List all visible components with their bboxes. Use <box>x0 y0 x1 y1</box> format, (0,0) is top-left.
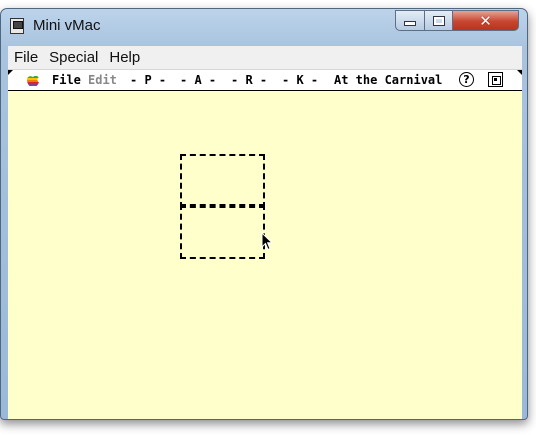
help-icon[interactable]: ? <box>459 72 474 87</box>
mac-menu-p[interactable]: - P - <box>130 73 166 87</box>
minimize-icon <box>404 21 416 26</box>
close-icon: ✕ <box>479 11 492 30</box>
menu-special[interactable]: Special <box>43 49 103 66</box>
menu-help[interactable]: Help <box>103 49 145 66</box>
mac-menu-a[interactable]: - A - <box>180 73 216 87</box>
screen-corner <box>8 70 13 75</box>
minimize-button[interactable] <box>395 10 425 31</box>
maximize-icon <box>432 15 445 26</box>
close-button[interactable]: ✕ <box>453 10 519 31</box>
mac-menu-r[interactable]: - R - <box>231 73 267 87</box>
emulated-mac-screen[interactable]: File Edit - P - - A - - R - - K - At the… <box>8 70 522 419</box>
mini-vmac-window: Mini vMac ✕ File Special Help File Edit … <box>0 8 528 420</box>
application-menu-icon[interactable] <box>488 72 503 87</box>
mac-menu-at-the-carnival[interactable]: At the Carnival <box>334 73 442 87</box>
menu-file[interactable]: File <box>8 49 43 66</box>
selection-box-top[interactable] <box>180 154 265 208</box>
screen-corner <box>517 70 522 75</box>
mac-menu-file[interactable]: File <box>52 73 81 87</box>
window-title: Mini vMac <box>33 17 101 34</box>
mac-menu-k[interactable]: - K - <box>282 73 318 87</box>
mac-menu-edit[interactable]: Edit <box>88 73 117 87</box>
apple-icon[interactable] <box>26 72 40 87</box>
arrow-cursor-icon <box>261 232 273 251</box>
mini-vmac-app-icon[interactable] <box>10 18 24 34</box>
window-menubar: File Special Help <box>8 46 522 70</box>
maximize-button[interactable] <box>425 10 453 31</box>
selection-box-bottom[interactable] <box>180 204 265 259</box>
mac-menubar: File Edit - P - - A - - R - - K - At the… <box>8 70 522 91</box>
